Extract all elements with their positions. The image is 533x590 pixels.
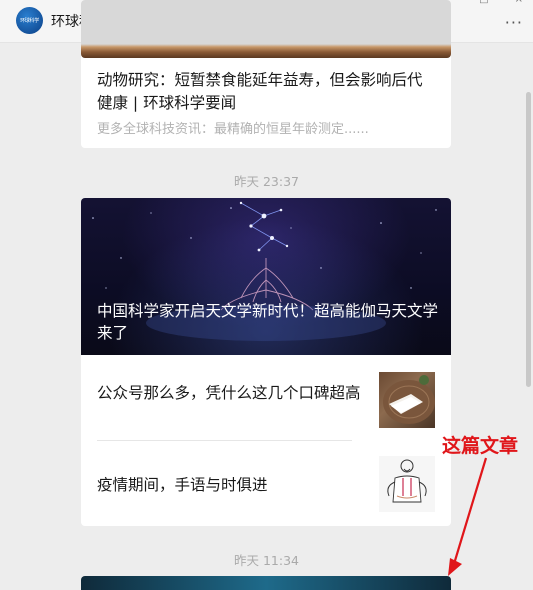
towel-on-wood-thumbnail: [379, 372, 435, 428]
divider: [97, 440, 352, 441]
article-card[interactable]: 动物研究：短暂禁食能延年益寿，但会影响后代健康 | 环球科学要闻 更多全球科技资…: [81, 0, 451, 148]
message-timestamp: 昨天 23:37: [234, 174, 299, 189]
article-cover-image: [81, 0, 451, 58]
article-cover-image[interactable]: [81, 576, 451, 590]
hero-article-title[interactable]: 中国科学家开启天文学新时代！超高能伽马天文学来了: [97, 300, 441, 344]
window-controls: — □ ×: [443, 0, 523, 5]
hero-article[interactable]: 中国科学家开启天文学新时代！超高能伽马天文学来了: [81, 198, 451, 355]
group-article-title[interactable]: 疫情期间，手语与时俱进: [97, 473, 268, 495]
annotation-arrow-icon: [448, 457, 488, 576]
account-avatar[interactable]: 环球科学: [16, 7, 43, 34]
sign-language-person-thumbnail: [379, 456, 435, 512]
close-icon[interactable]: ×: [515, 0, 523, 5]
article-group-card: 中国科学家开启天文学新时代！超高能伽马天文学来了 公众号那么多，凭什么这几个口碑…: [81, 198, 451, 526]
maximize-icon[interactable]: □: [479, 0, 488, 5]
article-title[interactable]: 动物研究：短暂禁食能延年益寿，但会影响后代健康 | 环球科学要闻: [97, 69, 437, 115]
group-article-title[interactable]: 公众号那么多，凭什么这几个口碑超高: [97, 381, 361, 403]
article-description: 更多全球科技资讯：最精确的恒星年龄测定......: [97, 122, 369, 137]
more-options-icon[interactable]: ···: [505, 15, 523, 31]
scrollbar[interactable]: [526, 92, 531, 387]
